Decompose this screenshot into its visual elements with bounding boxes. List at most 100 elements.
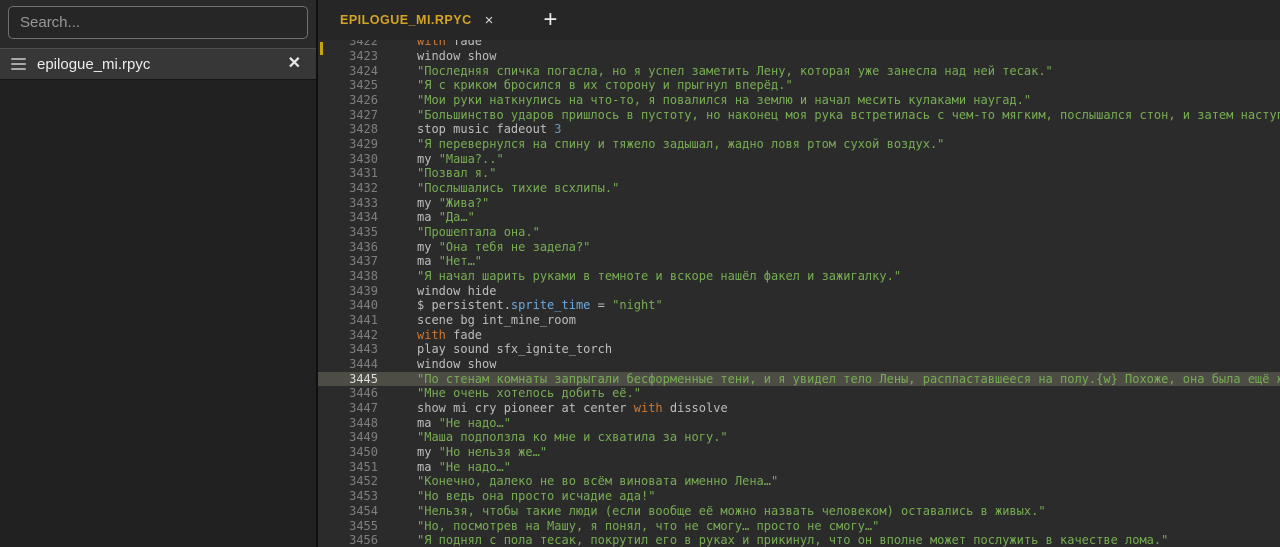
code-text: my "Она тебя не задела?" bbox=[417, 239, 591, 254]
search-input[interactable] bbox=[8, 6, 308, 39]
code-line[interactable]: 3444 window show bbox=[318, 357, 1280, 372]
code-text: with fade bbox=[417, 40, 483, 48]
search-bar bbox=[0, 0, 316, 48]
close-icon[interactable]: ✕ bbox=[284, 54, 305, 74]
code-line[interactable]: 3450 my "Но нельзя же…" bbox=[318, 445, 1280, 460]
line-number: 3437 bbox=[349, 254, 378, 269]
line-number: 3453 bbox=[349, 489, 378, 504]
code-text: window show bbox=[417, 49, 497, 63]
code-line[interactable]: 3426 "Мои руки наткнулись на что-то, я по… bbox=[318, 93, 1280, 108]
code-text: "Мне очень хотелось добить её." bbox=[417, 386, 641, 401]
code-text: window show bbox=[417, 357, 497, 372]
code-text: ma "Не надо…" bbox=[417, 459, 511, 474]
code-text: "Маша подползла ко мне и схватила за ног… bbox=[417, 430, 728, 445]
code-text: my "Но нельзя же…" bbox=[417, 445, 548, 460]
code-text: window hide bbox=[417, 283, 497, 298]
line-number: 3423 bbox=[349, 49, 378, 63]
code-text: stop music fadeout 3 bbox=[417, 122, 562, 137]
code-text: "Я поднял с пола тесак, покрутил его в р… bbox=[417, 533, 1169, 547]
code-text: "Конечно, далеко не во всём виновата име… bbox=[417, 474, 779, 489]
line-number: 3432 bbox=[349, 181, 378, 196]
line-number: 3446 bbox=[349, 386, 378, 401]
code-line[interactable]: 3454 "Нельзя, чтобы такие люди (если вооб… bbox=[318, 504, 1280, 519]
file-name: epilogue_mi.rpyc bbox=[37, 55, 151, 73]
line-number: 3433 bbox=[349, 195, 378, 210]
code-line[interactable]: 3442 with fade bbox=[318, 328, 1280, 343]
line-number: 3451 bbox=[349, 459, 378, 474]
code-text: ma "Да…" bbox=[417, 210, 475, 225]
code-line[interactable]: 3434 ma "Да…" bbox=[318, 210, 1280, 225]
code-line[interactable]: 3439 window hide bbox=[318, 284, 1280, 299]
code-text: scene bg int_mine_room bbox=[417, 313, 576, 328]
code-text: "Прошептала она." bbox=[417, 225, 540, 240]
code-line[interactable]: 3427 "Большинство ударов пришлось в пусто… bbox=[318, 108, 1280, 123]
code-line[interactable]: 3425 "Я с криком бросился в их сторону и … bbox=[318, 78, 1280, 93]
code-line[interactable]: 3424 "Последняя спичка погасла, но я успе… bbox=[318, 64, 1280, 79]
code-line[interactable]: 3430 my "Маша?.." bbox=[318, 152, 1280, 167]
line-number: 3435 bbox=[349, 225, 378, 240]
code-line[interactable]: 3456 "Я поднял с пола тесак, покрутил его… bbox=[318, 533, 1280, 547]
code-line[interactable]: 3429 "Я перевернулся на спину и тяжело за… bbox=[318, 137, 1280, 152]
tab-bar: EPILOGUE_MI.RPYC × + bbox=[318, 0, 1280, 40]
file-list-item[interactable]: epilogue_mi.rpyc ✕ bbox=[0, 48, 316, 80]
code-editor[interactable]: 3422 with fade 3423 window show 3424 "Последн… bbox=[318, 40, 1280, 547]
code-line[interactable]: 3428 stop music fadeout 3 bbox=[318, 122, 1280, 137]
code-line[interactable]: 3455 "Но, посмотрев на Машу, я понял, что… bbox=[318, 519, 1280, 534]
line-number: 3454 bbox=[349, 503, 378, 518]
code-text: my "Маша?.." bbox=[417, 151, 504, 166]
code-text: show mi cry pioneer at center with disso… bbox=[417, 401, 728, 416]
line-number: 3424 bbox=[349, 63, 378, 78]
tab-close-icon[interactable]: × bbox=[485, 13, 494, 28]
line-number: 3452 bbox=[349, 474, 378, 489]
code-text: ma "Не надо…" bbox=[417, 415, 511, 430]
code-line[interactable]: 3432 "Послышались тихие всхлипы." bbox=[318, 181, 1280, 196]
line-number: 3440 bbox=[349, 298, 378, 313]
line-number: 3450 bbox=[349, 445, 378, 460]
line-number: 3438 bbox=[349, 269, 378, 284]
code-text: "Последняя спичка погасла, но я успел за… bbox=[417, 63, 1053, 78]
tab-epilogue-mi[interactable]: EPILOGUE_MI.RPYC × bbox=[318, 0, 507, 40]
code-text: "Послышались тихие всхлипы." bbox=[417, 181, 620, 196]
line-number: 3442 bbox=[349, 327, 378, 342]
line-number: 3428 bbox=[349, 122, 378, 137]
line-number: 3455 bbox=[349, 518, 378, 533]
code-text: $ persistent.sprite_time = "night" bbox=[417, 298, 663, 313]
code-line[interactable]: 3452 "Конечно, далеко не во всём виновата… bbox=[318, 474, 1280, 489]
code-text: "Позвал я." bbox=[417, 166, 497, 181]
code-text: "Нельзя, чтобы такие люди (если вообще е… bbox=[417, 503, 1046, 518]
code-line[interactable]: 3443 play sound sfx_ignite_torch bbox=[318, 342, 1280, 357]
code-text: "Но, посмотрев на Машу, я понял, что не … bbox=[417, 518, 880, 533]
new-tab-button[interactable]: + bbox=[537, 8, 563, 32]
code-line[interactable]: 3436 my "Она тебя не задела?" bbox=[318, 240, 1280, 255]
code-text: play sound sfx_ignite_torch bbox=[417, 342, 613, 357]
code-line[interactable]: 3441 scene bg int_mine_room bbox=[318, 313, 1280, 328]
code-line[interactable]: 3449 "Маша подползла ко мне и схватила за… bbox=[318, 430, 1280, 445]
code-line[interactable]: 3438 "Я начал шарить руками в темноте и в… bbox=[318, 269, 1280, 284]
line-number: 3431 bbox=[349, 166, 378, 181]
code-line[interactable]: 3422 with fade bbox=[318, 40, 1280, 49]
code-line[interactable]: 3453 "Но ведь она просто исчадие ада!" bbox=[318, 489, 1280, 504]
code-text: "Большинство ударов пришлось в пустоту, … bbox=[417, 107, 1280, 122]
code-text: "Я начал шарить руками в темноте и вскор… bbox=[417, 269, 902, 284]
code-line[interactable]: 3447 show mi cry pioneer at center with d… bbox=[318, 401, 1280, 416]
app-window: epilogue_mi.rpyc ✕ EPILOGUE_MI.RPYC × + … bbox=[0, 0, 1280, 547]
tab-label: EPILOGUE_MI.RPYC bbox=[340, 13, 472, 27]
code-text: my "Жива?" bbox=[417, 195, 490, 210]
code-line[interactable]: 3435 "Прошептала она." bbox=[318, 225, 1280, 240]
code-line[interactable]: 3445 "По стенам комнаты запрыгали бесформ… bbox=[318, 371, 1280, 387]
code-line[interactable]: 3440 $ persistent.sprite_time = "night" bbox=[318, 298, 1280, 313]
line-number: 3441 bbox=[349, 313, 378, 328]
code-line[interactable]: 3431 "Позвал я." bbox=[318, 166, 1280, 181]
code-text: with fade bbox=[417, 327, 483, 342]
code-text: "Я с криком бросился в их сторону и прыг… bbox=[417, 78, 793, 93]
code-text: "Я перевернулся на спину и тяжело задыша… bbox=[417, 137, 945, 152]
code-line[interactable]: 3451 ma "Не надо…" bbox=[318, 460, 1280, 475]
code-line[interactable]: 3448 ma "Не надо…" bbox=[318, 416, 1280, 431]
line-number: 3444 bbox=[349, 357, 378, 372]
code-line[interactable]: 3423 window show bbox=[318, 49, 1280, 64]
code-text: "Но ведь она просто исчадие ада!" bbox=[417, 489, 656, 504]
editor-pane: EPILOGUE_MI.RPYC × + 3422 with fade 3423 wi… bbox=[318, 0, 1280, 547]
code-line[interactable]: 3446 "Мне очень хотелось добить её." bbox=[318, 386, 1280, 401]
code-line[interactable]: 3433 my "Жива?" bbox=[318, 196, 1280, 211]
code-line[interactable]: 3437 ma "Нет…" bbox=[318, 254, 1280, 269]
